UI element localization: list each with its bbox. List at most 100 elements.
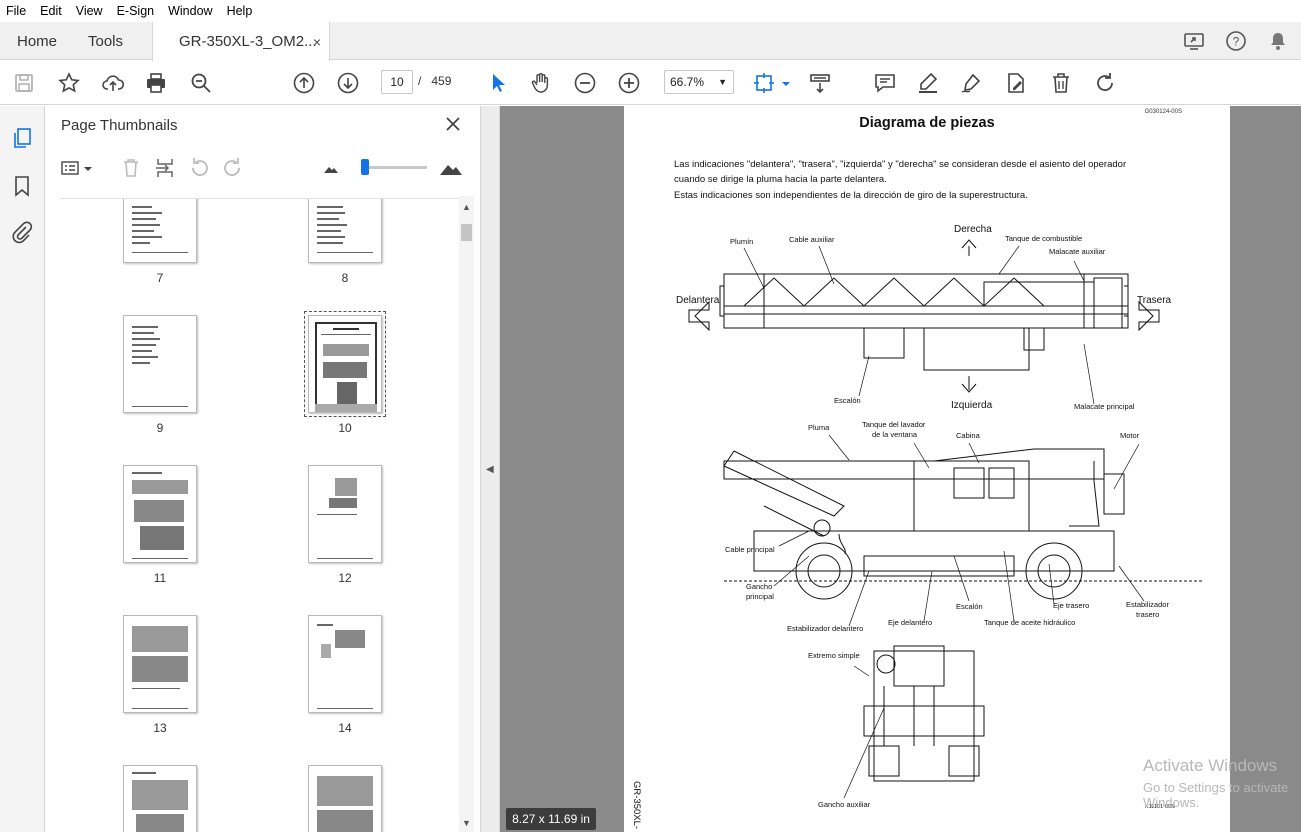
scrollbar-thumb[interactable]: [461, 224, 472, 241]
crane-parts-diagram: [688, 239, 1204, 799]
help-icon[interactable]: ?: [1225, 30, 1247, 52]
thumbnail-page[interactable]: [123, 315, 197, 413]
page-separator: /: [418, 74, 422, 88]
delete-page-icon[interactable]: [119, 156, 143, 180]
close-icon[interactable]: [443, 114, 463, 134]
menu-esign[interactable]: E-Sign: [117, 4, 155, 18]
main-toolbar: [0, 61, 1301, 157]
rotate-right-icon[interactable]: [221, 156, 245, 180]
thumbnail-options-icon[interactable]: [59, 156, 83, 180]
label-delantera: Delantera: [676, 295, 720, 306]
hand-tool-icon[interactable]: [529, 71, 553, 95]
page-total: 459: [431, 74, 452, 88]
label-tanque-aceite: Tanque de aceite hidráulico: [984, 618, 1076, 627]
svg-text:?: ?: [1233, 35, 1240, 49]
label-escalon-2: Escalón: [956, 602, 983, 611]
navigation-rail: [0, 106, 45, 832]
label-pluma: Pluma: [808, 423, 830, 432]
panel-title: Page Thumbnails: [61, 117, 178, 134]
tab-document[interactable]: GR-350XL-3_OM2... ×: [152, 22, 330, 61]
zoom-level-select[interactable]: 66.7% ▼: [664, 70, 734, 94]
thumbnail-label: 13: [153, 721, 167, 735]
thumbnail-page[interactable]: [123, 765, 197, 832]
label-trasera: Trasera: [1137, 295, 1172, 306]
page-size-indicator: 8.27 x 11.69 in: [506, 808, 596, 830]
select-cursor-icon[interactable]: [486, 71, 510, 95]
menu-help[interactable]: Help: [227, 4, 253, 18]
edit-document-icon[interactable]: [1004, 71, 1028, 95]
zoom-out-icon[interactable]: [573, 71, 597, 95]
thumbnail-page[interactable]: [308, 765, 382, 832]
label-malacate-principal: Malacate principal: [1074, 402, 1135, 411]
pdf-page: G030124-00S Diagrama de piezas Las indic…: [624, 106, 1230, 832]
collapse-arrow-icon[interactable]: ◀: [486, 464, 494, 475]
zoom-in-icon[interactable]: [617, 71, 641, 95]
thumbnail-page[interactable]: [123, 615, 197, 713]
thumbnail-label: 7: [156, 271, 164, 285]
notification-bell-icon[interactable]: [1267, 30, 1289, 52]
thumbnails-scrollbar[interactable]: ▲ ▼: [459, 196, 474, 832]
delete-trash-icon[interactable]: [1049, 71, 1073, 95]
label-izquierda: Izquierda: [951, 400, 993, 411]
label-tanque-lavador-2: de la ventana: [872, 430, 918, 439]
label-estabilizador-delantero: Estabilizador delantero: [787, 624, 864, 633]
label-tanque-combustible: Tanque de combustible: [1005, 234, 1083, 243]
label-extremo-simple: Extremo simple: [808, 651, 860, 660]
page-thumbnails-icon[interactable]: [10, 126, 34, 150]
zoom-search-icon[interactable]: [189, 71, 213, 95]
thumbnail-page[interactable]: [308, 465, 382, 563]
label-cable-principal: Cable principal: [725, 545, 775, 554]
thumbnail-page[interactable]: [308, 615, 382, 713]
comment-icon[interactable]: [873, 71, 897, 95]
slider-knob[interactable]: [361, 159, 369, 175]
thumbnail-page[interactable]: [123, 465, 197, 563]
attachments-paperclip-icon[interactable]: [10, 220, 34, 244]
redo-rotate-icon[interactable]: [1093, 71, 1117, 95]
tab-close-icon[interactable]: ×: [313, 34, 321, 50]
print-icon[interactable]: [144, 71, 168, 95]
menu-window[interactable]: Window: [168, 4, 212, 18]
thumbnail-label: 9: [156, 421, 164, 435]
menu-bar: File Edit View E-Sign Window Help: [0, 0, 1301, 22]
thumbnail-label: 8: [341, 271, 349, 285]
bookmarks-icon[interactable]: [10, 174, 34, 198]
thumbnail-page[interactable]: [308, 199, 382, 263]
label-cable-auxiliar: Cable auxiliar: [789, 235, 835, 244]
panel-collapse-bar[interactable]: ◀: [481, 106, 500, 832]
small-mountain-icon: [324, 167, 338, 173]
label-estabilizador-trasero-2: trasero: [1136, 610, 1160, 619]
menu-file[interactable]: File: [6, 4, 26, 18]
label-gancho-principal: Gancho: [746, 582, 773, 591]
next-page-icon[interactable]: [336, 71, 360, 95]
menu-view[interactable]: View: [76, 4, 103, 18]
chevron-down-icon[interactable]: [83, 156, 93, 180]
save-icon[interactable]: [12, 71, 36, 95]
scroll-down-arrow-icon[interactable]: ▼: [462, 818, 471, 828]
thumbnail-page[interactable]: [123, 199, 197, 263]
highlight-pen-icon[interactable]: [916, 71, 940, 95]
sign-pen-icon[interactable]: [959, 71, 983, 95]
scroll-mode-icon[interactable]: [808, 71, 832, 95]
previous-page-icon[interactable]: [292, 71, 316, 95]
thumbnail-size-slider[interactable]: [361, 159, 427, 175]
bookmark-star-icon[interactable]: [57, 71, 81, 95]
insert-page-icon[interactable]: [153, 156, 177, 180]
share-screen-icon[interactable]: [1183, 30, 1205, 52]
doc-side-text: GR-350XL-: [631, 781, 642, 830]
thumbnail-label: 10: [338, 421, 352, 435]
rotate-left-icon[interactable]: [187, 156, 211, 180]
label-malacate-auxiliar: Malacate auxiliar: [1049, 247, 1106, 256]
upload-cloud-icon[interactable]: [101, 71, 125, 95]
menu-edit[interactable]: Edit: [40, 4, 62, 18]
fit-page-icon[interactable]: [752, 71, 776, 95]
label-gancho-principal-2: principal: [746, 592, 774, 601]
page-number-input[interactable]: 10: [381, 70, 413, 94]
thumbnails-panel: Page Thumbnails 7 8 9 10 11 12 13 14: [45, 106, 481, 832]
activation-watermark: Activate Windows: [1143, 756, 1278, 775]
fit-page-dropdown-icon[interactable]: [774, 71, 790, 95]
scroll-up-arrow-icon[interactable]: ▲: [462, 202, 471, 212]
thumbnail-page-current[interactable]: [304, 311, 386, 417]
document-viewer[interactable]: G030124-00S Diagrama de piezas Las indic…: [500, 106, 1301, 832]
tab-tools[interactable]: Tools: [88, 22, 123, 60]
tab-home[interactable]: Home: [17, 22, 57, 60]
